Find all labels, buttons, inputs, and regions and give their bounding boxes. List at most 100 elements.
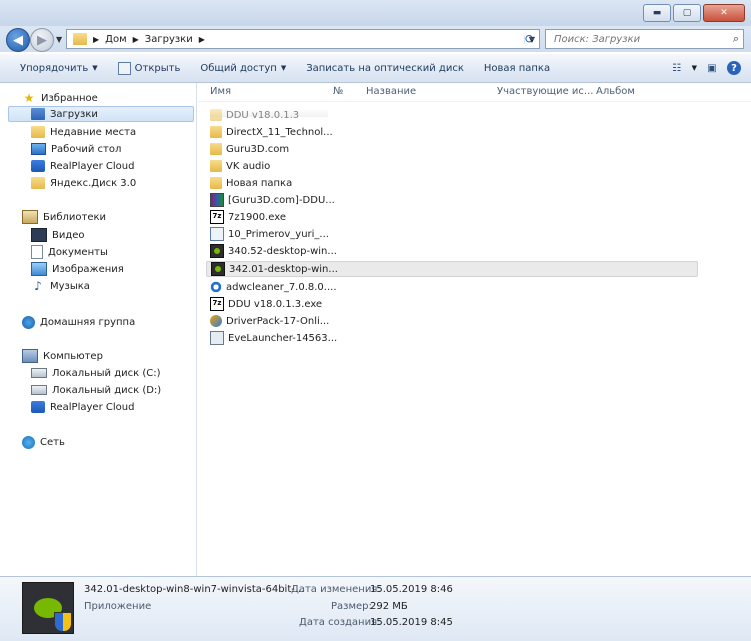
file-name: [Guru3D.com]-DDU...: [228, 194, 335, 206]
minimize-button[interactable]: ▬: [643, 4, 671, 22]
breadcrumb-downloads[interactable]: Загрузки: [145, 34, 193, 45]
network-icon: [22, 435, 35, 449]
sidebar-item-drive-c[interactable]: Локальный диск (C:): [31, 365, 161, 381]
help-icon[interactable]: ?: [727, 61, 741, 75]
file-list[interactable]: Имя № Название Участвующие ис... Альбом …: [198, 83, 751, 576]
realplayer-icon: [31, 401, 45, 413]
open-button[interactable]: Открыть: [108, 58, 191, 78]
column-number[interactable]: №: [333, 86, 343, 97]
recent-pages-dropdown[interactable]: ▼: [56, 35, 62, 44]
share-button[interactable]: Общий доступ ▼: [190, 58, 296, 78]
chevron-right-icon[interactable]: ▶: [93, 35, 99, 44]
libraries-header[interactable]: Библиотеки: [22, 209, 106, 225]
list-item[interactable]: DirectX_11_Technol...: [210, 124, 333, 140]
nvidia-icon: [211, 262, 225, 276]
list-item-selected[interactable]: 342.01-desktop-win...: [206, 261, 698, 277]
forward-button[interactable]: ▶: [30, 28, 54, 52]
preview-pane-icon[interactable]: ▣: [703, 60, 721, 76]
favorites-header[interactable]: ★ Избранное: [22, 90, 98, 106]
burn-button[interactable]: Записать на оптический диск: [296, 58, 474, 78]
list-item[interactable]: EveLauncher-14563...: [210, 330, 337, 346]
open-label: Открыть: [134, 62, 181, 74]
back-button[interactable]: ◀: [6, 28, 30, 52]
close-button[interactable]: ✕: [703, 4, 745, 22]
list-item[interactable]: Guru3D.com: [210, 141, 289, 157]
folder-icon: [31, 177, 45, 189]
network-title: Сеть: [40, 436, 65, 448]
maximize-button[interactable]: ▢: [673, 4, 701, 22]
sidebar-item-realplayer[interactable]: RealPlayer Cloud: [31, 158, 134, 174]
list-item[interactable]: Новая папка: [210, 175, 292, 191]
chevron-down-icon[interactable]: ▼: [692, 64, 697, 72]
title-bar: [0, 0, 751, 26]
sidebar-item-video[interactable]: Видео: [31, 227, 85, 243]
refresh-icon: ⟳: [524, 32, 536, 46]
list-item[interactable]: adwcleaner_7.0.8.0....: [210, 279, 337, 295]
column-artists[interactable]: Участвующие ис...: [497, 86, 593, 97]
view-options-icon[interactable]: ☷: [668, 60, 686, 76]
sidebar-item-label: Изображения: [52, 263, 124, 275]
sidebar-item-realplayer-cloud[interactable]: RealPlayer Cloud: [31, 399, 134, 415]
new-folder-button[interactable]: Новая папка: [474, 58, 560, 78]
column-title[interactable]: Название: [366, 86, 416, 97]
sidebar-item-music[interactable]: ♪ Музыка: [31, 278, 90, 294]
sidebar-item-recent[interactable]: Недавние места: [31, 124, 136, 140]
list-item[interactable]: 7z 7z1900.exe: [210, 209, 286, 225]
network-header[interactable]: Сеть: [22, 434, 65, 450]
sidebar-item-documents[interactable]: Документы: [31, 244, 108, 260]
list-item[interactable]: 7z DDU v18.0.1.3.exe: [210, 296, 322, 312]
address-bar[interactable]: ▶ Дом ▶ Загрузки ▶ ▼: [66, 29, 540, 49]
details-file-name: 342.01-desktop-win8-win7-winvista-64bit-…: [84, 584, 305, 595]
desktop-icon: [31, 143, 46, 155]
libraries-title: Библиотеки: [43, 211, 107, 223]
sidebar-item-desktop[interactable]: Рабочий стол: [31, 141, 121, 157]
sidebar-item-images[interactable]: Изображения: [31, 261, 124, 277]
list-item[interactable]: VK audio: [210, 158, 270, 174]
file-name: VK audio: [226, 160, 271, 172]
details-created-value: 15.05.2019 8:45: [370, 617, 453, 628]
sidebar-item-downloads[interactable]: Загрузки: [8, 106, 194, 122]
file-name: DirectX_11_Technol...: [226, 126, 333, 138]
chevron-right-icon[interactable]: ▶: [133, 35, 139, 44]
file-name: 10_Primerov_yuri_...: [228, 228, 329, 240]
search-icon[interactable]: ⌕: [733, 32, 739, 46]
sidebar-item-yandex-disk[interactable]: Яндекс.Диск 3.0: [31, 175, 136, 191]
list-item[interactable]: DDU v18.0.1.3: [210, 107, 299, 123]
organize-label: Упорядочить: [20, 62, 89, 74]
column-album[interactable]: Альбом: [596, 86, 635, 97]
view-controls: ☷ ▼ ▣ ?: [668, 60, 751, 76]
sidebar-item-label: Музыка: [50, 280, 90, 292]
chevron-right-icon[interactable]: ▶: [199, 35, 205, 44]
homegroup-header[interactable]: Домашняя группа: [22, 314, 135, 330]
sidebar-item-label: Яндекс.Диск 3.0: [50, 177, 137, 189]
search-input[interactable]: [552, 32, 726, 46]
chevron-down-icon: ▼: [280, 64, 287, 72]
downloads-folder-icon: [31, 108, 45, 120]
sidebar-item-label: Локальный диск (C:): [52, 367, 161, 379]
recent-places-icon: [31, 126, 45, 138]
list-item[interactable]: DriverPack-17-Onli...: [210, 313, 329, 329]
star-icon: ★: [23, 91, 35, 105]
sidebar-item-label: RealPlayer Cloud: [50, 401, 135, 413]
search-box[interactable]: ⌕: [545, 29, 744, 49]
list-item[interactable]: [Guru3D.com]-DDU...: [210, 192, 335, 208]
7zip-icon: 7z: [210, 210, 224, 224]
sidebar-item-drive-d[interactable]: Локальный диск (D:): [31, 382, 161, 398]
forward-arrow-icon: ▶: [37, 32, 47, 48]
computer-header[interactable]: Компьютер: [22, 348, 103, 364]
organize-button[interactable]: Упорядочить ▼: [10, 58, 108, 78]
sidebar-item-label: Рабочий стол: [51, 143, 122, 155]
refresh-button[interactable]: ⟳: [520, 29, 540, 49]
drive-icon: [31, 385, 47, 395]
libraries-icon: [22, 210, 38, 224]
homegroup-icon: [22, 315, 35, 329]
breadcrumb-home[interactable]: Дом: [105, 34, 126, 45]
computer-icon: [22, 349, 38, 363]
window-controls: ▬ ▢ ✕: [643, 4, 745, 22]
list-item[interactable]: 340.52-desktop-win...: [210, 243, 337, 259]
column-name[interactable]: Имя: [210, 86, 231, 97]
details-file-type: Приложение: [84, 601, 152, 612]
list-item[interactable]: 10_Primerov_yuri_...: [210, 226, 329, 242]
file-name: Новая папка: [226, 177, 293, 189]
folder-icon: [210, 177, 222, 189]
